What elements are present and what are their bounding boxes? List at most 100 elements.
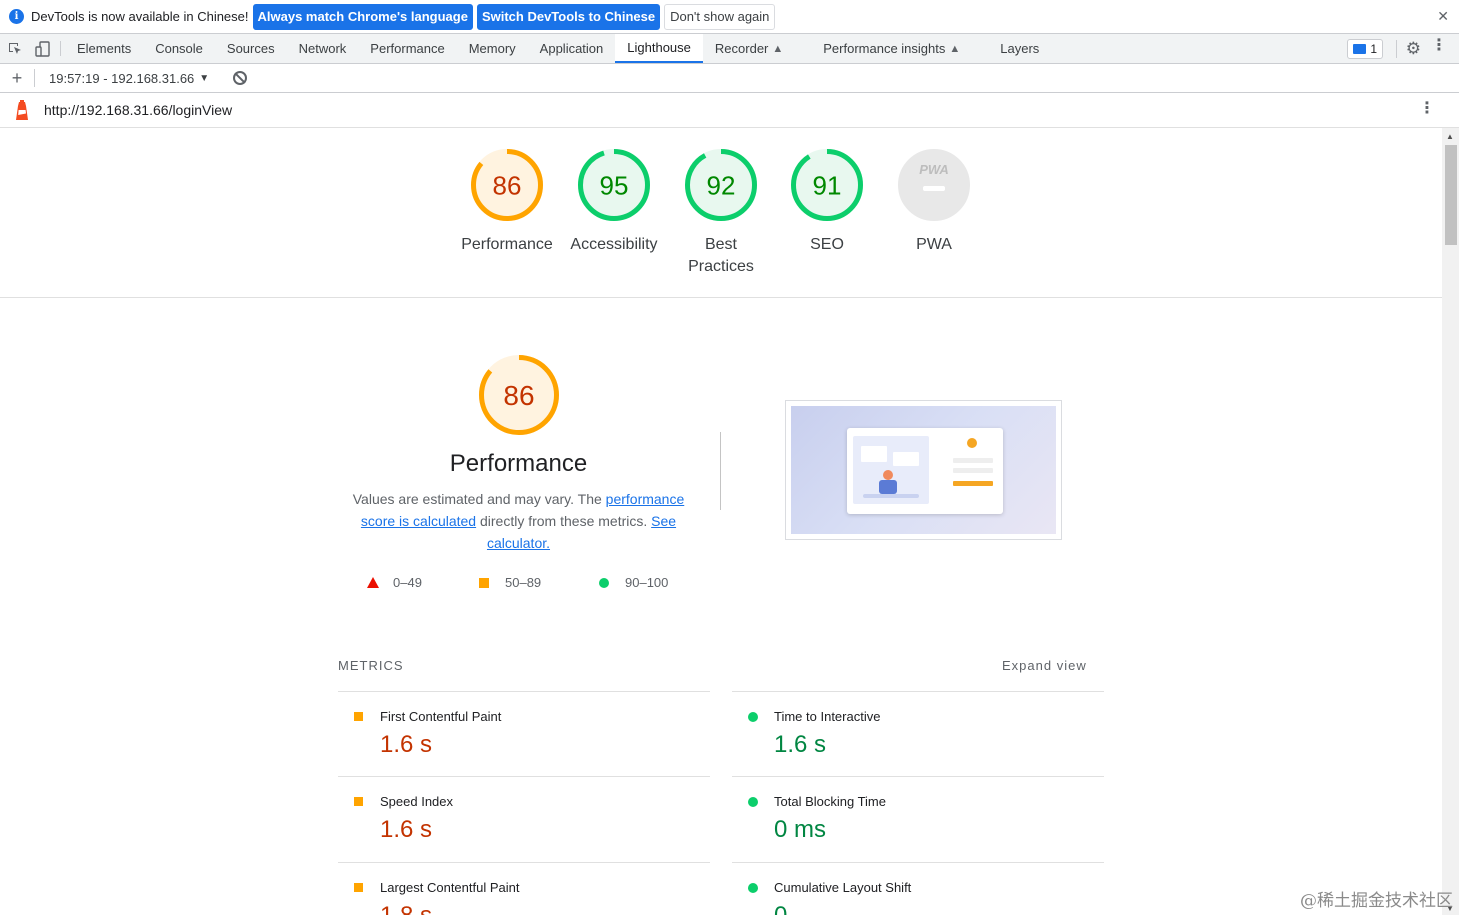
device-toolbar-icon[interactable] xyxy=(30,34,56,63)
legend-range: 90–100 xyxy=(625,575,669,590)
screenshot-login-card xyxy=(847,428,1003,514)
panel-tabs: Elements Console Sources Network Performance… xyxy=(65,34,1051,63)
metric-value: 1.6 s xyxy=(380,816,433,843)
report-selector[interactable]: 19:57:19 - 192.168.31.66 ▼ xyxy=(49,71,209,86)
gauge-score: 86 xyxy=(503,380,534,411)
gauge-performance[interactable]: 86 Performance xyxy=(457,148,557,256)
legend-average: 50–89 xyxy=(479,575,541,590)
circle-icon xyxy=(748,712,758,722)
gauge-score: 91 xyxy=(813,170,842,200)
tab-console[interactable]: Console xyxy=(143,34,215,63)
gauge-label: PWA xyxy=(916,236,952,253)
tab-application[interactable]: Application xyxy=(528,34,616,63)
metric-time-to-interactive: Time to Interactive 1.6 s xyxy=(732,691,1104,777)
report-menu-icon[interactable]: ⋮ xyxy=(1419,101,1435,117)
tab-sources[interactable]: Sources xyxy=(215,34,287,63)
section-divider xyxy=(720,432,721,510)
tab-lighthouse[interactable]: Lighthouse xyxy=(615,34,703,63)
clear-reports-icon[interactable] xyxy=(233,71,248,85)
circle-icon xyxy=(599,577,609,588)
toolbar-divider xyxy=(60,41,61,56)
screenshot-logo xyxy=(967,438,977,448)
legend-range: 0–49 xyxy=(393,575,422,590)
circle-icon xyxy=(748,883,758,893)
screenshot-field xyxy=(953,458,993,463)
watermark: @稀土掘金技术社区 xyxy=(1300,891,1453,911)
legend-range: 50–89 xyxy=(505,575,542,590)
gauge-best-practices[interactable]: 92 Best Practices xyxy=(671,148,771,278)
metric-value: 1.6 s xyxy=(774,731,827,758)
performance-gauge: 86 xyxy=(478,354,559,435)
report-selector-value: 19:57:19 - 192.168.31.66 xyxy=(49,70,195,86)
triangle-icon xyxy=(367,577,379,588)
screenshot-button xyxy=(953,481,993,486)
metric-value: 1.6 s xyxy=(380,731,433,758)
match-language-button[interactable]: Always match Chrome's language xyxy=(252,3,473,30)
gauge-score: 95 xyxy=(600,170,629,200)
tab-elements[interactable]: Elements xyxy=(65,34,143,63)
gauge-label: Performance xyxy=(461,236,553,253)
tab-performance[interactable]: Performance xyxy=(358,34,456,63)
pwa-logo-icon: PWA xyxy=(919,162,949,177)
legend-pass: 90–100 xyxy=(599,575,668,590)
gauge-label: SEO xyxy=(810,236,844,253)
gauge-score: 86 xyxy=(493,170,522,200)
info-icon: i xyxy=(9,9,24,24)
tab-label: Console xyxy=(155,41,203,56)
pwa-dash-icon xyxy=(923,186,945,191)
report-url-bar: http://192.168.31.66/loginView ⋮ xyxy=(0,93,1459,128)
report-scrollbar[interactable]: ▲ ▼ xyxy=(1442,128,1459,915)
experimental-flask-icon: ▲ xyxy=(772,42,784,55)
language-infobar: i DevTools is now available in Chinese! … xyxy=(0,0,1459,34)
tab-network[interactable]: Network xyxy=(287,34,359,63)
metric-name: First Contentful Paint xyxy=(380,709,502,724)
issues-counter[interactable]: 1 xyxy=(1347,39,1383,59)
screenshot-image xyxy=(791,406,1056,534)
report-url[interactable]: http://192.168.31.66/loginView xyxy=(44,102,232,118)
dropdown-arrow-icon: ▼ xyxy=(199,72,210,84)
inspect-element-icon[interactable] xyxy=(0,34,30,63)
toolbar-divider xyxy=(1396,40,1397,58)
infobar-message: DevTools is now available in Chinese! xyxy=(31,9,249,24)
metrics-heading: METRICS xyxy=(338,658,404,673)
issues-count: 1 xyxy=(1370,42,1377,56)
expand-view-toggle[interactable]: Expand view xyxy=(1002,658,1087,673)
square-icon xyxy=(354,797,363,806)
performance-title: Performance xyxy=(449,450,588,477)
tab-memory[interactable]: Memory xyxy=(457,34,528,63)
gauge-seo[interactable]: 91 SEO xyxy=(777,148,877,256)
square-icon xyxy=(479,577,489,588)
scroll-up-icon[interactable]: ▲ xyxy=(1446,132,1454,141)
square-icon xyxy=(354,883,363,892)
final-screenshot[interactable] xyxy=(785,400,1062,540)
tab-label: Elements xyxy=(77,41,132,56)
metric-speed-index: Speed Index 1.6 s xyxy=(338,776,710,862)
gauge-accessibility[interactable]: 95 Accessibility xyxy=(564,148,664,256)
more-options-icon[interactable]: ⋮ xyxy=(1431,38,1447,54)
metric-largest-contentful-paint: Largest Contentful Paint 1.8 s xyxy=(338,862,710,915)
new-report-icon[interactable]: + xyxy=(0,68,34,89)
description-text: directly from these metrics. xyxy=(476,513,652,529)
tab-label: Network xyxy=(298,41,347,56)
score-gauges: 86 Performance 95 Accessibility 92 Best Pract… xyxy=(0,128,1442,298)
tab-label: Memory xyxy=(468,41,516,56)
gauge-label: Best Practices xyxy=(688,236,754,275)
square-icon xyxy=(354,712,363,721)
tab-label: Lighthouse xyxy=(627,40,691,55)
metric-cumulative-layout-shift: Cumulative Layout Shift 0 xyxy=(732,862,1104,915)
gauge-pwa[interactable]: PWA PWA xyxy=(884,148,984,256)
lighthouse-toolbar: + 19:57:19 - 192.168.31.66 ▼ xyxy=(0,64,1459,93)
tab-performance-insights[interactable]: Performance insights ▲ xyxy=(811,34,988,63)
scroll-thumb[interactable] xyxy=(1445,145,1457,245)
switch-chinese-button[interactable]: Switch DevTools to Chinese xyxy=(476,3,661,30)
metric-name: Largest Contentful Paint xyxy=(380,880,520,895)
tab-label: Sources xyxy=(226,41,275,56)
gauge-label: Accessibility xyxy=(570,236,658,253)
tab-recorder[interactable]: Recorder ▲ xyxy=(703,34,811,63)
gear-icon[interactable]: ⚙ xyxy=(1406,39,1421,59)
dont-show-again-button[interactable]: Don't show again xyxy=(664,3,776,30)
metric-value: 0 ms xyxy=(774,816,827,843)
close-icon[interactable]: ✕ xyxy=(1437,8,1449,25)
tab-layers[interactable]: Layers xyxy=(988,34,1051,63)
tab-label: Performance xyxy=(370,41,445,56)
